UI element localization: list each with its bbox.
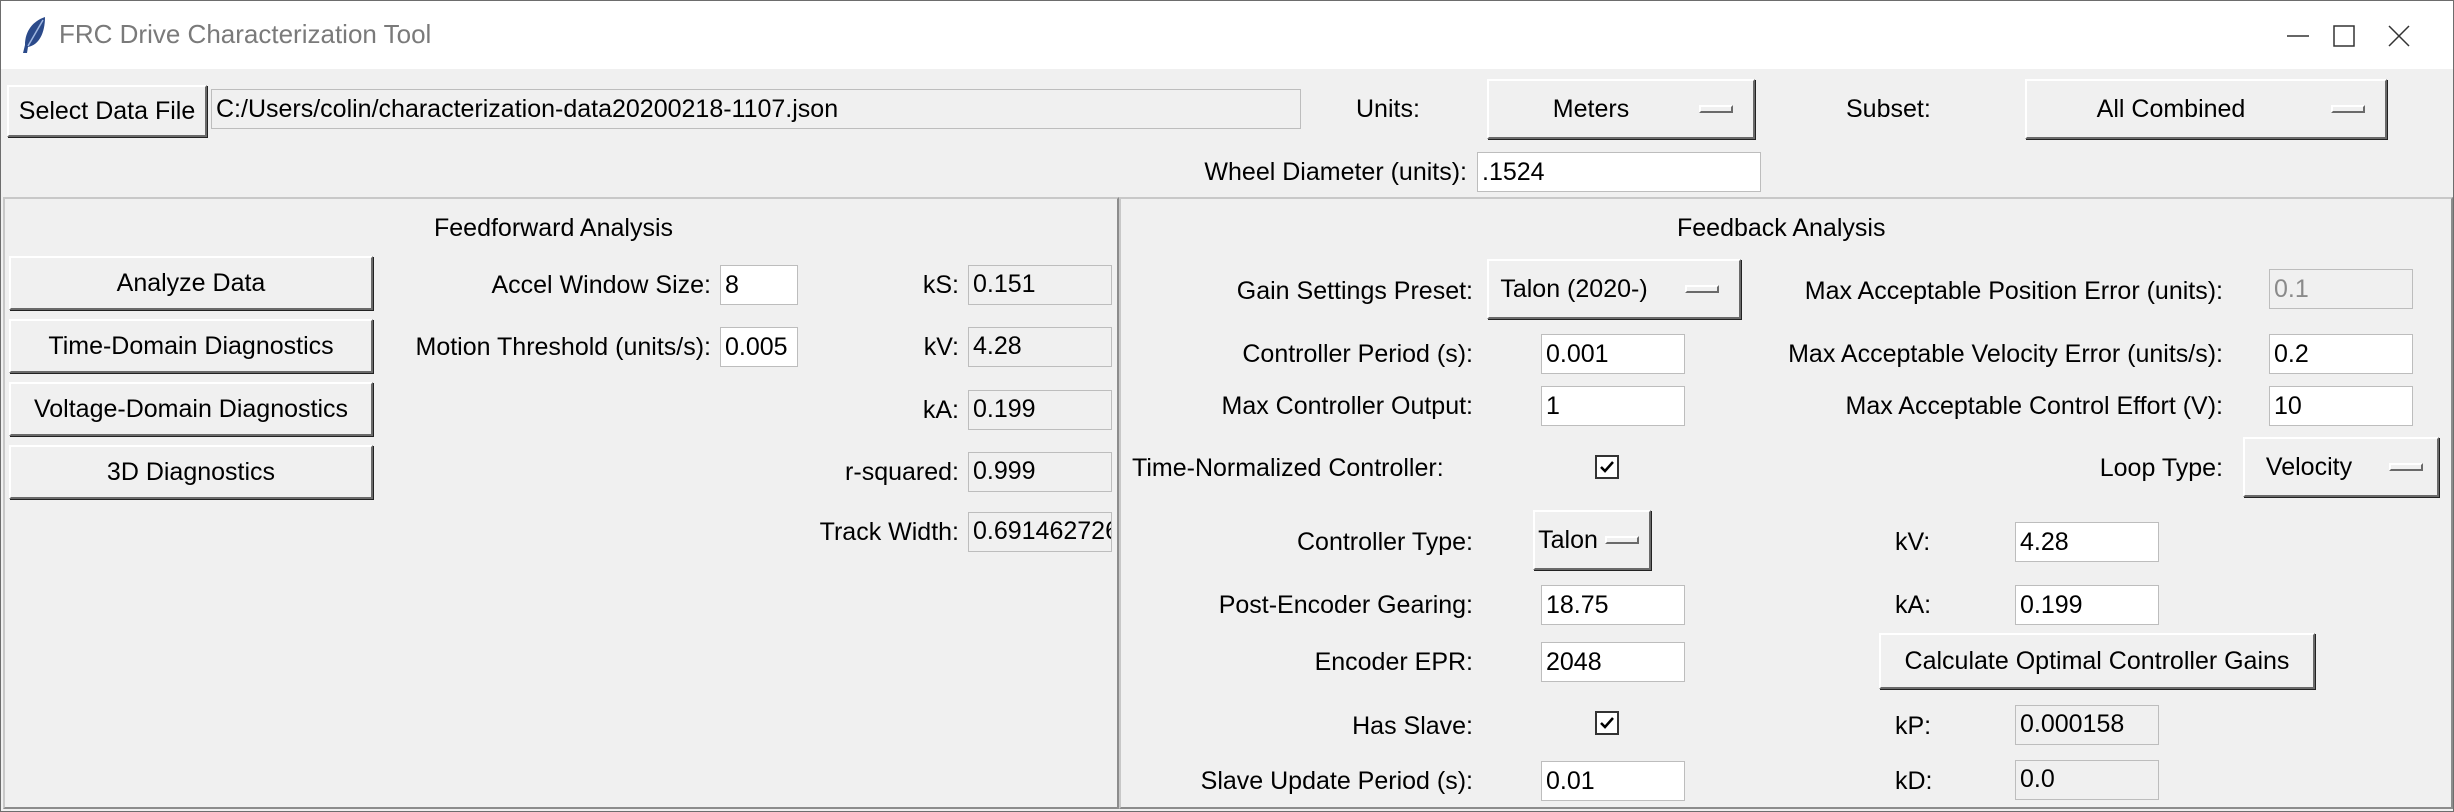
feather-icon — [19, 15, 49, 55]
title-bar: FRC Drive Characterization Tool — [1, 1, 2453, 69]
has-slave-checkbox[interactable] — [1595, 711, 1619, 735]
max-controller-output-label: Max Controller Output: — [1221, 392, 1474, 420]
controller-period-field[interactable] — [1541, 334, 1685, 374]
encoder-epr-field[interactable] — [1541, 642, 1685, 682]
slave-update-period-label: Slave Update Period (s): — [1200, 767, 1473, 795]
loop-type-value: Velocity — [2265, 453, 2353, 481]
dropdown-indicator-icon — [1685, 285, 1719, 293]
3d-diagnostics-button[interactable]: 3D Diagnostics — [9, 445, 373, 499]
post-encoder-gearing-label: Post-Encoder Gearing: — [1218, 591, 1473, 619]
feedback-kv-field[interactable] — [2015, 522, 2159, 562]
max-position-error-label: Max Acceptable Position Error (units): — [1804, 277, 2223, 305]
dropdown-indicator-icon — [2389, 463, 2423, 471]
gain-preset-label: Gain Settings Preset: — [1236, 277, 1473, 305]
kd-output: 0.0 — [2015, 760, 2159, 800]
dropdown-indicator-icon — [1605, 536, 1639, 544]
controller-type-value: Talon — [1538, 526, 1598, 554]
max-velocity-error-field[interactable] — [2269, 334, 2413, 374]
feedback-kv-label: kV: — [1895, 528, 1931, 556]
gain-preset-dropdown[interactable]: Talon (2020-) — [1487, 259, 1741, 319]
subset-dropdown[interactable]: All Combined — [2025, 79, 2387, 139]
checkmark-icon — [1600, 717, 1614, 729]
kp-output: 0.000158 — [2015, 705, 2159, 745]
file-path-field[interactable] — [211, 89, 1301, 129]
motion-threshold-label: Motion Threshold (units/s): — [415, 333, 712, 361]
3d-diagnostics-label: 3D Diagnostics — [106, 458, 276, 486]
window-title: FRC Drive Characterization Tool — [59, 19, 432, 49]
track-width-output: 0.691462726 — [968, 512, 1112, 552]
loop-type-label: Loop Type: — [2099, 454, 2223, 482]
units-dropdown[interactable]: Meters — [1487, 79, 1755, 139]
kv-output: 4.28 — [968, 327, 1112, 367]
units-value: Meters — [1552, 95, 1630, 123]
ks-label: kS: — [922, 271, 959, 299]
time-normalized-checkbox[interactable] — [1595, 455, 1619, 479]
calculate-gains-button[interactable]: Calculate Optimal Controller Gains — [1879, 633, 2315, 689]
r-squared-label: r-squared: — [845, 458, 959, 486]
track-width-label: Track Width: — [819, 518, 959, 546]
time-normalized-label: Time-Normalized Controller: — [1132, 454, 1444, 482]
close-icon — [2388, 25, 2410, 47]
dropdown-indicator-icon — [1699, 105, 1733, 113]
analyze-data-label: Analyze Data — [116, 269, 266, 297]
feedforward-title: Feedforward Analysis — [434, 214, 674, 242]
max-control-effort-field[interactable] — [2269, 386, 2413, 426]
calculate-gains-label: Calculate Optimal Controller Gains — [1904, 647, 2290, 675]
has-slave-label: Has Slave: — [1352, 712, 1473, 740]
feedback-title: Feedback Analysis — [1677, 214, 1886, 242]
controller-type-dropdown[interactable]: Talon — [1533, 510, 1651, 570]
ks-output: 0.151 — [968, 265, 1112, 305]
max-position-error-field[interactable] — [2269, 269, 2413, 309]
r-squared-output: 0.999 — [968, 452, 1112, 492]
max-velocity-error-label: Max Acceptable Velocity Error (units/s): — [1788, 340, 2223, 368]
subset-label: Subset: — [1846, 95, 1931, 123]
analyze-data-button[interactable]: Analyze Data — [9, 256, 373, 310]
post-encoder-gearing-field[interactable] — [1541, 585, 1685, 625]
subset-value: All Combined — [2096, 95, 2246, 123]
select-data-file-label: Select Data File — [18, 97, 196, 125]
close-button[interactable] — [2346, 1, 2451, 69]
voltage-domain-diagnostics-button[interactable]: Voltage-Domain Diagnostics — [9, 382, 373, 436]
kp-label: kP: — [1895, 712, 1932, 740]
feedback-ka-field[interactable] — [2015, 585, 2159, 625]
voltage-domain-label: Voltage-Domain Diagnostics — [33, 395, 349, 423]
wheel-diameter-field[interactable] — [1477, 152, 1761, 192]
controller-type-label: Controller Type: — [1296, 528, 1473, 556]
app-window: FRC Drive Characterization Tool Select D… — [0, 0, 2454, 812]
time-domain-label: Time-Domain Diagnostics — [48, 332, 334, 360]
max-controller-output-field[interactable] — [1541, 386, 1685, 426]
encoder-epr-label: Encoder EPR: — [1314, 648, 1473, 676]
dropdown-indicator-icon — [2331, 105, 2365, 113]
wheel-diameter-label: Wheel Diameter (units): — [1204, 158, 1467, 186]
max-control-effort-label: Max Acceptable Control Effort (V): — [1845, 392, 2223, 420]
checkmark-icon — [1600, 461, 1614, 473]
accel-window-label: Accel Window Size: — [491, 271, 711, 299]
select-data-file-button[interactable]: Select Data File — [7, 85, 207, 137]
time-domain-diagnostics-button[interactable]: Time-Domain Diagnostics — [9, 319, 373, 373]
loop-type-dropdown[interactable]: Velocity — [2243, 437, 2439, 497]
feedback-ka-label: kA: — [1895, 591, 1932, 619]
controller-period-label: Controller Period (s): — [1242, 340, 1473, 368]
ka-output: 0.199 — [968, 390, 1112, 430]
units-label: Units: — [1356, 95, 1420, 123]
slave-update-period-field[interactable] — [1541, 761, 1685, 801]
kd-label: kD: — [1895, 767, 1933, 795]
ka-label: kA: — [922, 396, 959, 424]
gain-preset-value: Talon (2020-) — [1500, 275, 1648, 303]
kv-label: kV: — [923, 333, 959, 361]
